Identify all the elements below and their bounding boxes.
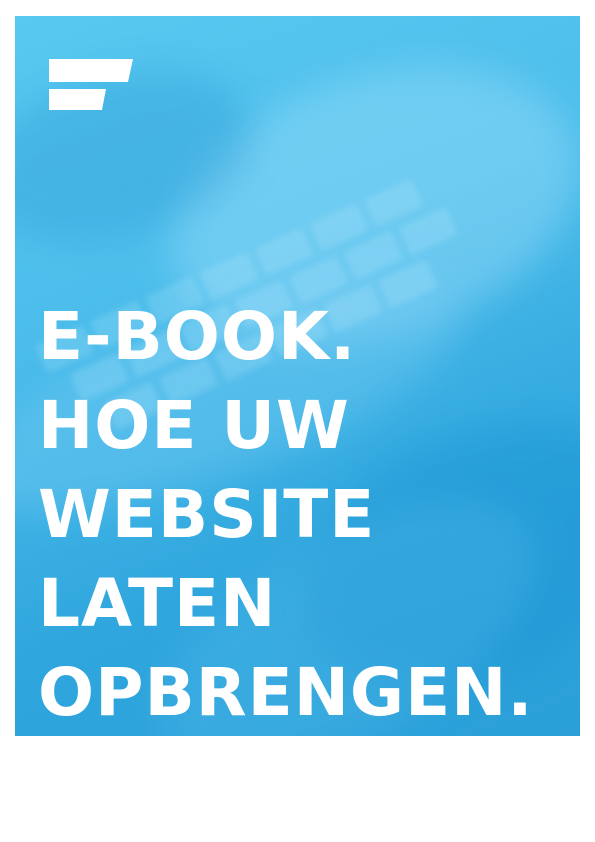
title-line: WEBSITE xyxy=(38,476,376,553)
title-line: LATEN xyxy=(38,565,277,642)
stacked-bars-logo-icon xyxy=(49,59,133,110)
title-line: E-BOOK. xyxy=(38,298,357,375)
cover-title: E-BOOK. HOE UW WEBSITE LATEN OPBRENGEN. xyxy=(38,292,534,737)
title-line: OPBRENGEN. xyxy=(38,654,534,731)
title-line: HOE UW xyxy=(38,387,350,464)
